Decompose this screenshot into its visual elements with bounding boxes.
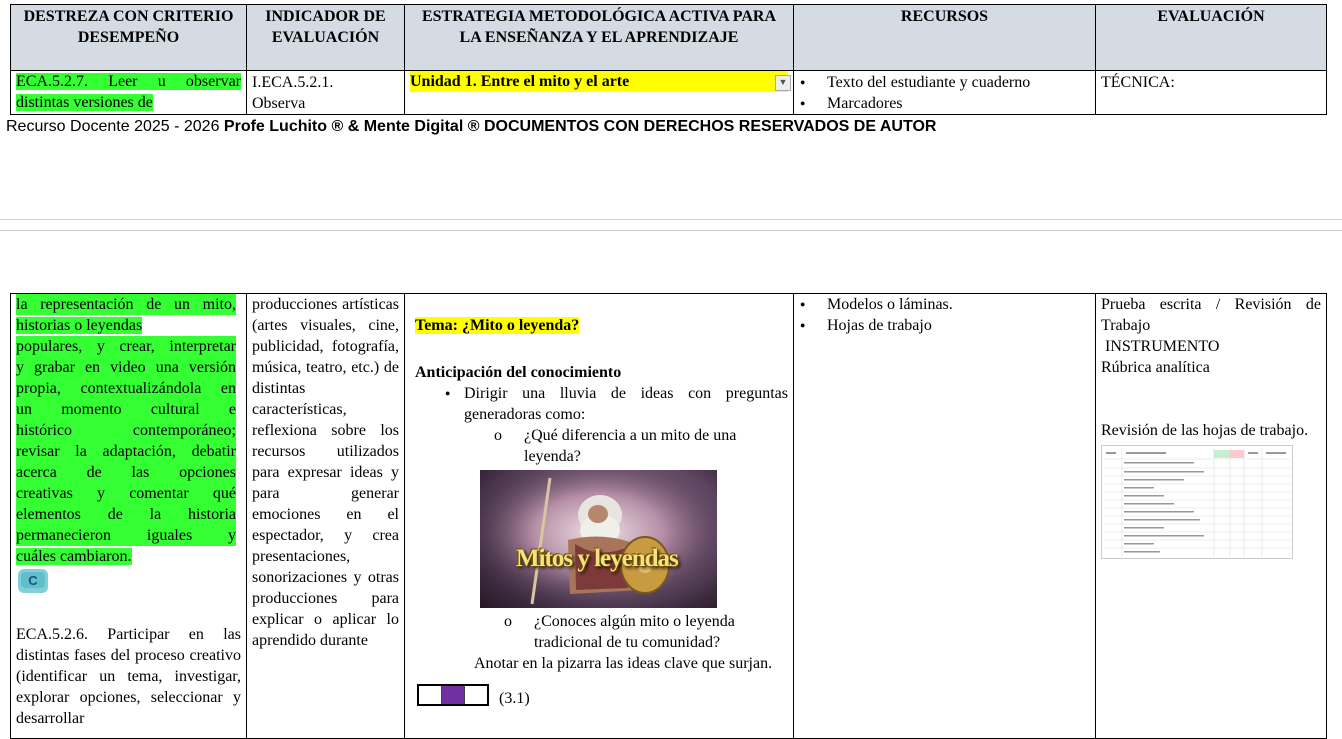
recurso-item: Hojas de trabajo bbox=[800, 315, 1090, 336]
page-break-line bbox=[0, 219, 1342, 220]
header-destreza: DESTREZA CON CRITERIO DESEMPEÑO bbox=[10, 4, 247, 71]
page-break-line bbox=[0, 230, 1342, 231]
destreza-line: revisar la adaptación, debatir bbox=[16, 441, 236, 462]
destreza-text: ECA.5.2.7. Leer u observar distintas ver… bbox=[16, 73, 241, 111]
bullet-lluvia: ● Dirigir una lluvia de ideas con pregun… bbox=[445, 385, 788, 423]
indicador-cell: producciones artísticas (artes visuales,… bbox=[246, 293, 405, 739]
unidad-title[interactable]: Unidad 1. Entre el mito y el arte bbox=[410, 71, 788, 92]
estrategia-cell: Tema: ¿Mito o leyenda? Anticipación del … bbox=[404, 293, 794, 739]
page-footer: Recurso Docente 2025 - 2026 Profe Luchit… bbox=[6, 118, 936, 136]
bullet-icon: ● bbox=[445, 388, 451, 398]
svg-text:C: C bbox=[28, 573, 38, 588]
destreza-line: y grabar en video una versión bbox=[16, 357, 236, 378]
indicador-cell: I.ECA.5.2.1. Observa bbox=[246, 70, 405, 115]
destreza-line: la representación de un mito, bbox=[16, 294, 236, 315]
tema-line: Tema: ¿Mito o leyenda? bbox=[415, 315, 788, 336]
destreza-line: propia, contextualizándola en bbox=[16, 378, 236, 399]
evaluacion-cell: TÉCNICA: bbox=[1095, 70, 1327, 115]
footer-prefix: Recurso Docente 2025 - 2026 bbox=[6, 118, 224, 135]
destreza-cell: la representación de un mito, historias … bbox=[10, 293, 247, 739]
bullet-o-icon: o bbox=[504, 613, 512, 630]
header-estrategia: ESTRATEGIA METODOLÓGICA ACTIVA PARA LA E… bbox=[404, 4, 794, 71]
eval-tecnica: Prueba escrita / Revisión de Trabajo bbox=[1101, 296, 1321, 334]
eval-instrumento: Rúbrica analítica bbox=[1101, 359, 1210, 376]
mitos-leyendas-image: Mitos y leyendas bbox=[480, 470, 717, 608]
recurso-item: Marcadores bbox=[800, 93, 1090, 114]
planning-table-bottom: la representación de un mito, historias … bbox=[10, 293, 1327, 739]
destreza-line: un momento cultural e bbox=[16, 399, 236, 420]
progress-code-line: (3.1) bbox=[415, 684, 788, 708]
evaluacion-cell: Prueba escrita / Revisión de Trabajo INS… bbox=[1095, 293, 1327, 739]
question-1: o ¿Qué diferencia a un mito de una leyen… bbox=[494, 427, 737, 465]
activity-code: (3.1) bbox=[499, 690, 530, 707]
tema-title: Tema: ¿Mito o leyenda? bbox=[415, 317, 580, 334]
planning-table-top: DESTREZA CON CRITERIO DESEMPEÑO INDICADO… bbox=[10, 4, 1327, 115]
destreza-line: histórico contemporáneo; bbox=[16, 420, 236, 441]
footer-copyright: Profe Luchito ® & Mente Digital ® DOCUME… bbox=[223, 118, 937, 135]
bullet-o-icon: o bbox=[494, 427, 502, 444]
anticipacion-heading: Anticipación del conocimiento bbox=[415, 364, 622, 381]
destreza-line: populares, y crear, interpretar bbox=[16, 336, 236, 357]
destreza-line: elementos de la historia bbox=[16, 504, 236, 525]
eval-revision: Revisión de las hojas de trabajo. bbox=[1101, 422, 1309, 439]
indicador-code: I.ECA.5.2.1. bbox=[252, 74, 334, 91]
destreza-highlight-block: la representación de un mito, historias … bbox=[16, 294, 236, 568]
destreza-line: acerca de las opciones bbox=[16, 462, 236, 483]
comment-icon[interactable]: C bbox=[18, 569, 48, 593]
checkbox-group[interactable] bbox=[417, 684, 489, 706]
destreza-cell: ECA.5.2.7. Leer u observar distintas ver… bbox=[10, 70, 247, 115]
unidad-cell[interactable]: Unidad 1. Entre el mito y el arte ▼ bbox=[404, 70, 794, 115]
header-recursos: RECURSOS bbox=[793, 4, 1096, 71]
dropdown-arrow-icon[interactable]: ▼ bbox=[775, 75, 791, 91]
eval-instrumento-label: INSTRUMENTO bbox=[1105, 338, 1220, 355]
destreza-line: permanecieron iguales y bbox=[16, 525, 236, 546]
destreza-line: historias o leyendas bbox=[16, 317, 143, 334]
destreza-line: creativas y comentar qué bbox=[16, 483, 236, 504]
header-evaluacion: EVALUACIÓN bbox=[1095, 4, 1327, 71]
recurso-item: Modelos o láminas. bbox=[800, 295, 1090, 316]
header-indicador: INDICADOR DE EVALUACIÓN bbox=[246, 4, 405, 71]
destreza-line: cuáles cambiaron. bbox=[16, 548, 132, 565]
indicador-text: Observa bbox=[252, 95, 306, 112]
image-caption: Mitos y leyendas bbox=[516, 545, 679, 572]
recursos-cell: Texto del estudiante y cuaderno Marcador… bbox=[793, 70, 1096, 115]
destreza-2-text: ECA.5.2.6. Participar en las distintas f… bbox=[16, 626, 241, 727]
rubric-thumbnail bbox=[1101, 445, 1293, 559]
recurso-item: Texto del estudiante y cuaderno bbox=[800, 72, 1090, 93]
question-2: o ¿Conoces algún mito o leyenda tradicio… bbox=[504, 613, 735, 651]
recursos-cell: Modelos o láminas. Hojas de trabajo bbox=[793, 293, 1096, 739]
anotar-text: Anotar en la pizarra las ideas clave que… bbox=[474, 655, 773, 672]
